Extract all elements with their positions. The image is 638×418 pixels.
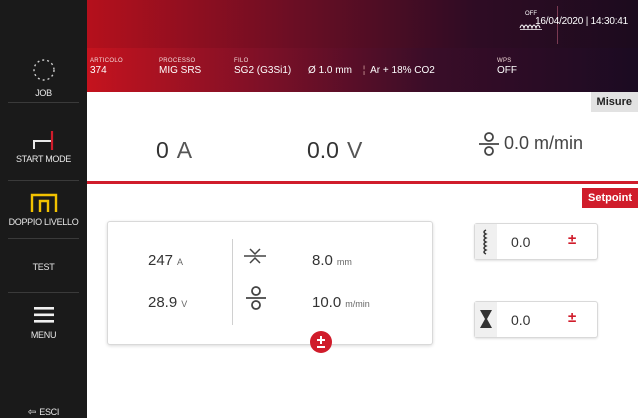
rail-item-job[interactable]: JOB [0,57,87,98]
rail-label-test: TEST [32,262,55,272]
exit-icon: ⇦ [27,407,37,418]
filo-values: SG2 (G3Si1) Ø 1.0 mm ¦ Ar + 18% CO2 [234,65,435,76]
crater-icon-box [475,302,497,337]
setpoint-current: 247 A [148,252,183,269]
setpoint-voltage: 28.9 V [148,294,187,311]
rail-divider [8,102,79,103]
setpoint-arc-length-unit: mm [336,257,352,267]
inductance-setpoint[interactable]: 0.0 ± [474,223,598,260]
setpoint-current-unit: A [177,257,184,267]
inductance-icon [483,229,488,255]
dotted-circle-icon [32,59,55,81]
card-divider [232,239,233,325]
wps-field: WPS OFF [497,58,517,76]
filo-field: FILO SG2 (G3Si1) Ø 1.0 mm ¦ Ar + 18% CO2 [234,58,435,76]
measure-wire-speed-value: 0.0 m/min [504,133,584,153]
processo-value: MIG SRS [159,65,202,76]
setpoint-tag: Setpoint [582,188,638,208]
inductance-icon-box [475,224,497,259]
wps-caption: WPS [497,58,512,64]
rail-item-doppio-livello[interactable]: DOPPIO LIVELLO [0,192,87,227]
hamburger-icon [33,307,54,323]
processo-caption: PROCESSO [159,58,196,64]
rail-item-menu[interactable]: MENU [0,304,87,340]
articolo-field: ARTICOLO 374 [90,58,123,76]
measure-current-unit: A [176,137,193,163]
filo-caption: FILO [234,58,249,64]
inductance-value: 0.0 [511,234,531,250]
plus-minus-icon[interactable]: ± [568,309,576,326]
rail-label-menu: MENU [30,330,57,340]
setpoint-voltage-value: 28.9 [148,294,178,311]
measure-current-value: 0 [156,137,169,163]
rail-label-job: JOB [35,88,52,98]
crater-icon [480,310,492,328]
wire-feed-icon [246,286,266,310]
rail-label-doppio-livello: DOPPIO LIVELLO [8,217,79,227]
setpoint-voltage-unit: V [181,299,188,309]
rail-item-esci[interactable]: ⇦ ESCI [0,402,87,418]
rail-item-start-mode[interactable]: START MODE [0,129,87,164]
arc-length-icon [244,248,266,264]
rail-label-start-mode: START MODE [15,154,71,164]
start-mode-icon [32,131,53,150]
crater-value: 0.0 [511,312,531,328]
square-wave-icon [30,193,57,212]
rail-divider [8,238,79,239]
measure-voltage-value: 0.0 [307,137,339,163]
rail-divider [8,292,79,293]
processo-field: PROCESSO MIG SRS [159,58,201,76]
header-bar: OFF 16/04/2020 | 14:30:41 ARTICOLO 374 P… [87,0,638,92]
measure-voltage: 0.0 V [307,137,362,164]
crater-setpoint[interactable]: 0.0 ± [474,301,598,338]
rail-label-esci: ESCI [39,407,60,417]
setpoint-wire-speed: 10.0 m/min [312,294,370,311]
setpoint-wire-speed-unit: m/min [345,299,370,309]
plus-minus-icon [317,336,325,348]
setpoint-wire-speed-value: 10.0 [312,294,342,311]
setpoint-arc-length-value: 8.0 [312,252,333,269]
plus-minus-icon[interactable]: ± [568,231,576,248]
wire-feed-icon [479,132,499,156]
filo-material: SG2 (G3Si1) [234,65,292,76]
measure-current: 0A [156,137,192,164]
left-rail: JOB START MODE DOPPIO LIVELLO TEST MENU … [0,0,87,418]
filo-gas: Ar + 18% CO2 [370,65,435,76]
datetime-display: 16/04/2020 | 14:30:41 [535,16,628,27]
articolo-caption: ARTICOLO [90,58,123,64]
rail-divider [8,180,79,181]
adjust-button[interactable] [310,331,332,353]
misure-tag: Misure [590,92,638,112]
setpoint-current-value: 247 [148,252,174,269]
articolo-value: 374 [90,65,107,76]
rail-item-test[interactable]: TEST [0,262,87,272]
wps-value: OFF [497,65,517,76]
filo-diameter: Ø 1.0 mm [308,65,352,76]
setpoint-card[interactable]: 247 A 28.9 V 8.0 mm 10.0 m/min [107,221,433,345]
measure-voltage-unit: V [346,137,363,163]
setpoint-arc-length: 8.0 mm [312,252,352,269]
section-divider [87,181,638,184]
